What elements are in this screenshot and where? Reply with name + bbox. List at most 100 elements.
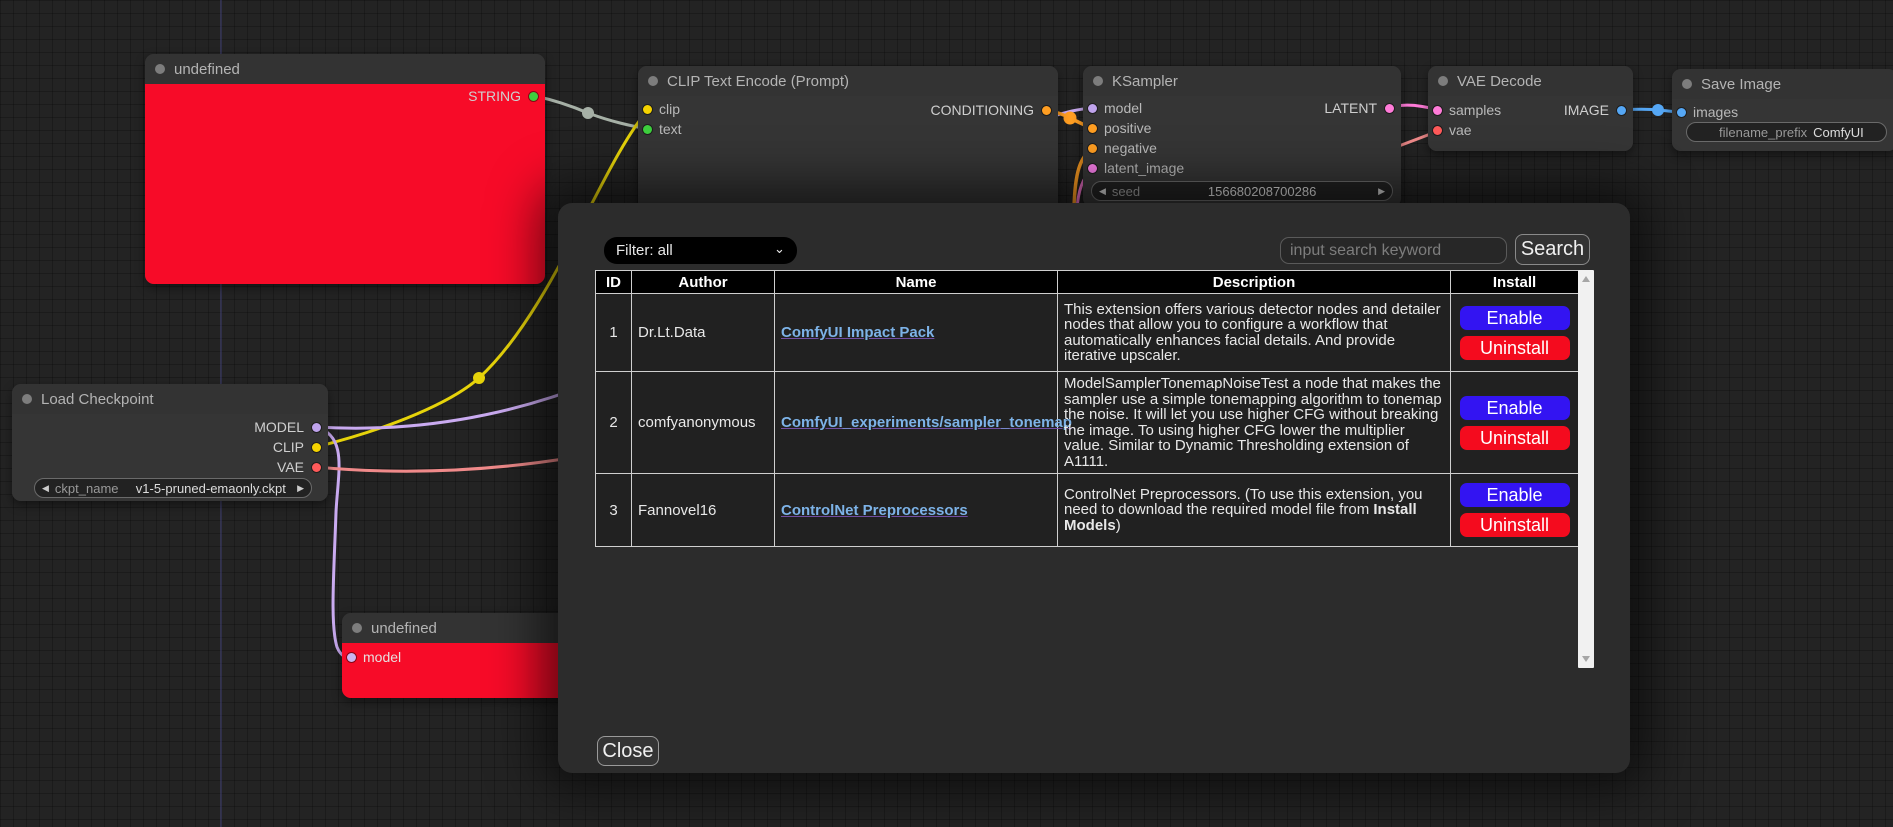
- input-dot-vae[interactable]: [1433, 126, 1442, 135]
- scroll-up-icon[interactable]: [1582, 276, 1590, 282]
- node-save-image[interactable]: Save Image images filename_prefix ComfyU…: [1672, 69, 1893, 151]
- comfyui-canvas[interactable]: { "graph": { "nodes": { "undefined_top":…: [0, 0, 1893, 827]
- input-dot-clip[interactable]: [643, 105, 652, 114]
- cell-author: comfyanonymous: [632, 372, 775, 474]
- decrement-arrow-icon[interactable]: ◀: [42, 483, 49, 494]
- input-dot-images[interactable]: [1677, 108, 1686, 117]
- input-slot-text[interactable]: text: [643, 119, 682, 139]
- input-slot-model[interactable]: model: [347, 647, 401, 667]
- scroll-down-icon[interactable]: [1582, 656, 1590, 662]
- input-slot-vae[interactable]: vae: [1433, 120, 1472, 140]
- output-dot-conditioning[interactable]: [1042, 106, 1051, 115]
- increment-arrow-icon[interactable]: ▶: [297, 483, 304, 494]
- node-title-bar[interactable]: Save Image: [1672, 69, 1893, 99]
- node-title-bar[interactable]: Load Checkpoint: [12, 384, 328, 414]
- node-ksampler[interactable]: KSampler model positive negative latent_…: [1083, 66, 1401, 207]
- extension-manager-dialog: Filter: all ⌄ Search ID Author Name Desc…: [558, 203, 1630, 773]
- output-dot-image[interactable]: [1617, 106, 1626, 115]
- node-title: CLIP Text Encode (Prompt): [667, 73, 849, 90]
- node-title-bar[interactable]: undefined: [145, 54, 545, 84]
- output-label: IMAGE: [1564, 102, 1609, 118]
- filter-select[interactable]: Filter: all: [604, 237, 797, 264]
- node-title: undefined: [174, 61, 240, 78]
- input-slot-model[interactable]: model: [1088, 98, 1142, 118]
- increment-arrow-icon[interactable]: ▶: [1378, 186, 1385, 197]
- widget-value: ComfyUI: [1813, 125, 1864, 140]
- extension-table: ID Author Name Description Install 1 Dr.…: [595, 270, 1579, 547]
- input-dot-positive[interactable]: [1088, 124, 1097, 133]
- output-slot-model[interactable]: MODEL: [254, 417, 321, 437]
- cell-id: 2: [596, 372, 632, 474]
- output-label: LATENT: [1324, 100, 1377, 116]
- collapse-dot-icon[interactable]: [1682, 79, 1692, 89]
- output-slot-clip[interactable]: CLIP: [273, 437, 321, 457]
- wire-reroute-dot-yellow: [473, 372, 485, 384]
- input-dot-latent-image[interactable]: [1088, 164, 1097, 173]
- uninstall-button[interactable]: Uninstall: [1459, 425, 1571, 451]
- table-scrollbar[interactable]: [1578, 270, 1594, 668]
- input-slot-positive[interactable]: positive: [1088, 118, 1151, 138]
- output-dot-model[interactable]: [312, 423, 321, 432]
- collapse-dot-icon[interactable]: [648, 76, 658, 86]
- node-undefined-top[interactable]: undefined STRING: [145, 54, 545, 284]
- node-vae-decode[interactable]: VAE Decode samples vae IMAGE: [1428, 66, 1633, 151]
- input-dot-text[interactable]: [643, 125, 652, 134]
- node-clip-text-encode[interactable]: CLIP Text Encode (Prompt) clip text COND…: [638, 66, 1058, 211]
- collapse-dot-icon[interactable]: [1093, 76, 1103, 86]
- input-label: images: [1693, 104, 1738, 120]
- output-dot-vae[interactable]: [312, 463, 321, 472]
- search-button[interactable]: Search: [1515, 234, 1590, 265]
- input-dot-samples[interactable]: [1433, 106, 1442, 115]
- output-label: CLIP: [273, 439, 304, 455]
- input-label: clip: [659, 101, 680, 117]
- wire-reroute-dot-blue: [1652, 104, 1664, 116]
- output-slot-vae[interactable]: VAE: [277, 457, 321, 477]
- enable-button[interactable]: Enable: [1459, 305, 1571, 331]
- input-dot-negative[interactable]: [1088, 144, 1097, 153]
- node-title-bar[interactable]: undefined: [342, 613, 582, 643]
- collapse-dot-icon[interactable]: [352, 623, 362, 633]
- output-slot-image[interactable]: IMAGE: [1564, 100, 1626, 120]
- extension-link[interactable]: ComfyUI Impact Pack: [781, 324, 934, 341]
- node-body-error: [145, 84, 545, 284]
- wire-reroute-dot-gray: [582, 107, 594, 119]
- output-dot-latent[interactable]: [1385, 104, 1394, 113]
- collapse-dot-icon[interactable]: [155, 64, 165, 74]
- node-undefined-bottom[interactable]: undefined model: [342, 613, 582, 698]
- node-title-bar[interactable]: VAE Decode: [1428, 66, 1633, 96]
- collapse-dot-icon[interactable]: [1438, 76, 1448, 86]
- input-slot-samples[interactable]: samples: [1433, 100, 1501, 120]
- input-slot-latent-image[interactable]: latent_image: [1088, 158, 1184, 178]
- input-slot-negative[interactable]: negative: [1088, 138, 1157, 158]
- ckpt-name-widget[interactable]: ◀ ckpt_name v1-5-pruned-emaonly.ckpt ▶: [34, 478, 312, 498]
- extension-link[interactable]: ComfyUI_experiments/sampler_tonemap: [781, 414, 1072, 431]
- seed-widget[interactable]: ◀ seed 156680208700286 ▶: [1091, 181, 1393, 201]
- input-dot-model[interactable]: [347, 653, 356, 662]
- enable-button[interactable]: Enable: [1459, 482, 1571, 508]
- input-label: text: [659, 121, 682, 137]
- output-dot-clip[interactable]: [312, 443, 321, 452]
- node-load-checkpoint[interactable]: Load Checkpoint MODEL CLIP VAE ◀ ckpt_na…: [12, 384, 328, 501]
- enable-button[interactable]: Enable: [1459, 395, 1571, 421]
- header-id: ID: [596, 271, 632, 294]
- decrement-arrow-icon[interactable]: ◀: [1099, 186, 1106, 197]
- filename-prefix-widget[interactable]: filename_prefix ComfyUI: [1686, 122, 1887, 142]
- node-title-bar[interactable]: CLIP Text Encode (Prompt): [638, 66, 1058, 96]
- input-slot-images[interactable]: images: [1677, 102, 1738, 122]
- uninstall-button[interactable]: Uninstall: [1459, 335, 1571, 361]
- output-dot-string[interactable]: [529, 92, 538, 101]
- node-title-bar[interactable]: KSampler: [1083, 66, 1401, 96]
- output-slot-string[interactable]: STRING: [468, 86, 538, 106]
- input-dot-model[interactable]: [1088, 104, 1097, 113]
- output-slot-latent[interactable]: LATENT: [1324, 98, 1394, 118]
- uninstall-button[interactable]: Uninstall: [1459, 512, 1571, 538]
- extension-link[interactable]: ControlNet Preprocessors: [781, 502, 968, 519]
- cell-description: ControlNet Preprocessors. (To use this e…: [1058, 474, 1451, 547]
- input-label: samples: [1449, 102, 1501, 118]
- header-install: Install: [1451, 271, 1579, 294]
- collapse-dot-icon[interactable]: [22, 394, 32, 404]
- output-slot-conditioning[interactable]: CONDITIONING: [931, 100, 1051, 120]
- close-button[interactable]: Close: [597, 736, 659, 766]
- input-slot-clip[interactable]: clip: [643, 99, 680, 119]
- search-input[interactable]: [1280, 237, 1507, 264]
